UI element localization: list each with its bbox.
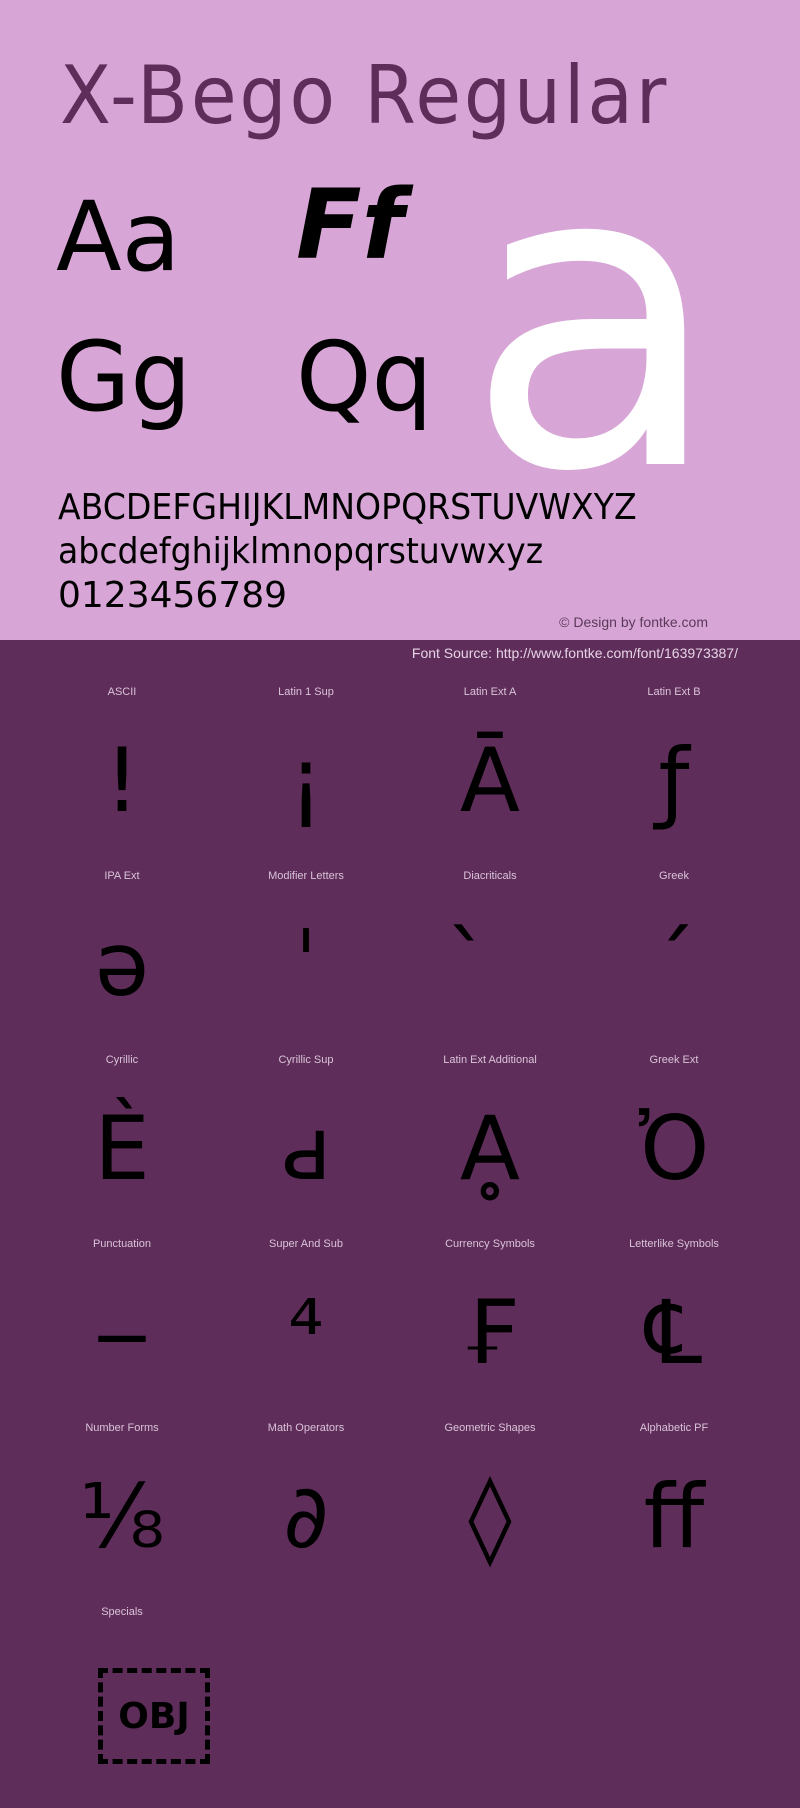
- block-cell: Latin Ext Additional Ḁ: [398, 1054, 582, 1238]
- glyph-pair-gg: Gg: [56, 321, 192, 433]
- block-sample-glyph: ΄: [652, 913, 696, 1016]
- block-sample-glyph: ə: [94, 913, 150, 1016]
- block-cell: Modifier Letters ˈ: [214, 870, 398, 1054]
- block-sample-glyph: ◊: [468, 1465, 512, 1568]
- digits-line: 0123456789: [58, 575, 288, 616]
- block-label: Latin 1 Sup: [278, 686, 334, 698]
- block-cell: Punctuation ‒: [30, 1238, 214, 1422]
- block-sample-glyph: Ὀ: [638, 1097, 710, 1200]
- object-replacement-glyph: OBJ: [98, 1668, 210, 1764]
- block-label: Number Forms: [85, 1422, 159, 1434]
- block-sample-glyph: ﬀ: [643, 1465, 705, 1568]
- block-cell: Geometric Shapes ◊: [398, 1422, 582, 1606]
- block-label: Greek Ext: [649, 1054, 699, 1066]
- glyph-pair-qq: Qq: [296, 321, 433, 433]
- block-label: Cyrillic Sup: [278, 1054, 334, 1066]
- block-cell: Greek Ext Ὀ: [582, 1054, 766, 1238]
- glyph-pair-aa: Aa: [56, 181, 181, 293]
- block-cell: Cyrillic Sup ԁ: [214, 1054, 398, 1238]
- block-label: Geometric Shapes: [444, 1422, 536, 1434]
- block-label: Modifier Letters: [268, 870, 344, 882]
- block-label: Math Operators: [267, 1422, 345, 1434]
- block-sample-glyph: Ḁ: [459, 1097, 521, 1200]
- block-label: Diacriticals: [463, 870, 517, 882]
- block-sample-glyph: Ā: [459, 729, 521, 832]
- block-label: Punctuation: [92, 1238, 152, 1250]
- block-label: Latin Ext B: [647, 686, 701, 698]
- block-label: IPA Ext: [104, 870, 140, 882]
- block-cell: Super And Sub ⁴: [214, 1238, 398, 1422]
- block-cell: Number Forms ⅛: [30, 1422, 214, 1606]
- block-cell: Latin Ext A Ā: [398, 686, 582, 870]
- block-label: ASCII: [107, 686, 137, 698]
- block-label: Cyrillic: [105, 1054, 139, 1066]
- block-sample-glyph: ‒: [94, 1281, 150, 1384]
- block-label: Letterlike Symbols: [629, 1238, 719, 1250]
- block-cell: Latin 1 Sup ¡: [214, 686, 398, 870]
- block-cell: Diacriticals̀: [398, 870, 582, 1054]
- block-label: Specials: [101, 1606, 143, 1618]
- block-cell: ASCII!: [30, 686, 214, 870]
- block-cell: Greek ΄: [582, 870, 766, 1054]
- block-sample-glyph: ⅛: [79, 1465, 165, 1568]
- block-sample-glyph: ƒ: [658, 729, 690, 832]
- block-sample-glyph: ⁴: [288, 1281, 324, 1384]
- block-cell: Currency Symbols ₣: [398, 1238, 582, 1422]
- block-cell: Specials OBJ: [30, 1606, 214, 1790]
- block-sample-glyph: ̀: [398, 910, 582, 1020]
- block-sample-glyph: ԁ: [280, 1097, 332, 1200]
- block-cell: Math Operators ∂: [214, 1422, 398, 1606]
- block-sample-glyph: Ѐ: [94, 1097, 150, 1200]
- font-source-link[interactable]: Font Source: http://www.fontke.com/font/…: [412, 645, 738, 661]
- preview-panel: X-Bego Regular Aa Ff Gg Qq a ABCDEFGHIJK…: [0, 0, 800, 640]
- block-sample-glyph: ¡: [288, 729, 324, 832]
- block-sample-glyph: ℄: [645, 1281, 703, 1384]
- block-sample-glyph: ˈ: [293, 913, 319, 1016]
- block-sample-glyph: !: [104, 729, 140, 832]
- uppercase-alphabet: ABCDEFGHIJKLMNOPQRSTUVWXYZ: [58, 487, 637, 528]
- block-label: Latin Ext Additional: [443, 1054, 537, 1066]
- block-cell: Letterlike Symbols ℄: [582, 1238, 766, 1422]
- block-label: Super And Sub: [268, 1238, 343, 1250]
- block-sample-glyph: ∂: [283, 1465, 329, 1568]
- block-cell: Cyrillic Ѐ: [30, 1054, 214, 1238]
- block-label: Greek: [659, 870, 689, 882]
- block-label: Alphabetic PF: [639, 1422, 709, 1434]
- lowercase-alphabet: abcdefghijklmnopqrstuvwxyz: [58, 531, 544, 572]
- block-sample-glyph: ₣: [462, 1281, 518, 1384]
- block-cell: Latin Ext B ƒ: [582, 686, 766, 870]
- design-credit: © Design by fontke.com: [559, 614, 708, 630]
- big-glyph-a: a: [465, 75, 723, 564]
- block-label: Latin Ext A: [463, 686, 517, 698]
- block-cell: Alphabetic PF ﬀ: [582, 1422, 766, 1606]
- block-label: Currency Symbols: [445, 1238, 535, 1250]
- glyph-pair-ff: Ff: [296, 169, 404, 281]
- block-cell: IPA Ext ə: [30, 870, 214, 1054]
